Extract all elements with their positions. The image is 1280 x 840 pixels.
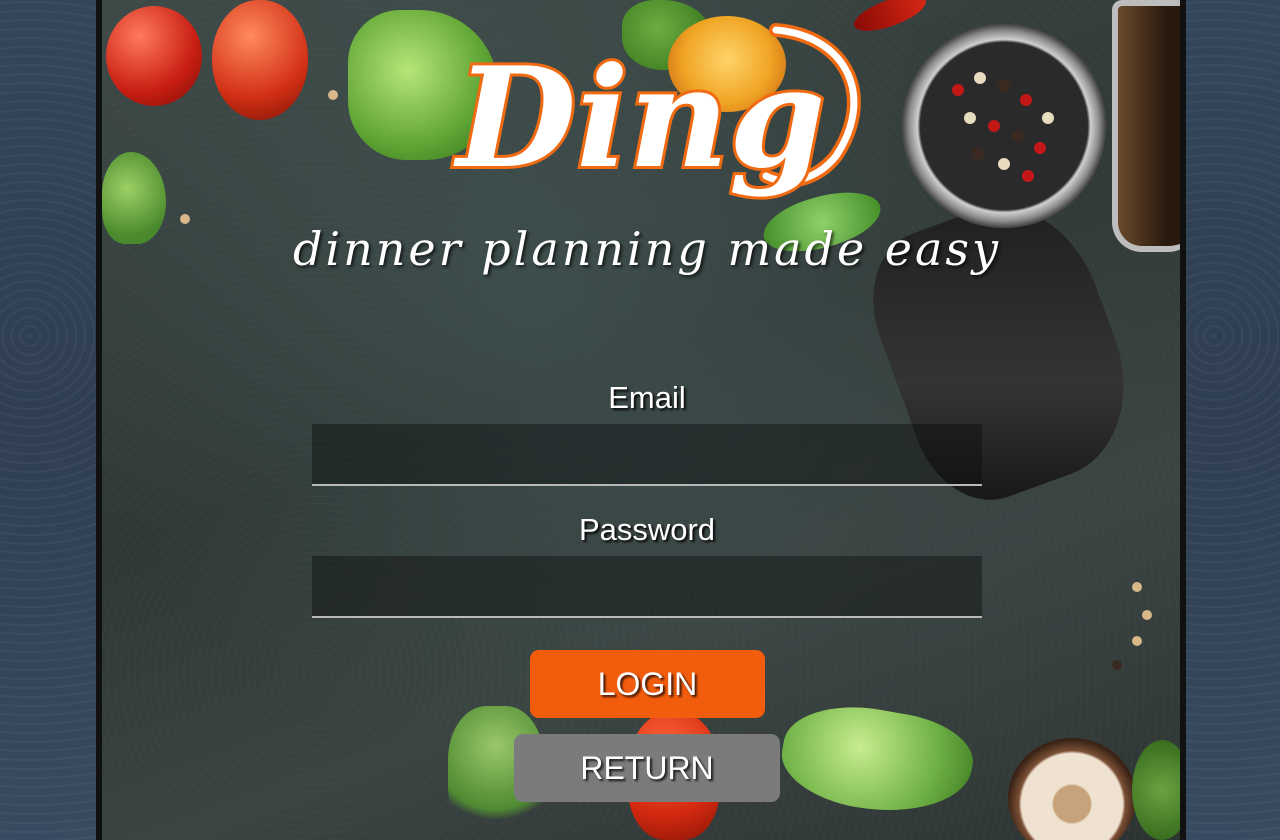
email-label: Email <box>608 380 686 415</box>
logo: Ding <box>416 16 886 236</box>
lettuce-decoration <box>774 694 980 826</box>
email-field[interactable] <box>312 424 982 486</box>
login-button[interactable]: LOGIN <box>530 650 765 718</box>
login-screen: Ding dinner planning made easy Email Pas… <box>96 0 1186 840</box>
password-label: Password <box>578 512 716 547</box>
peppercorn-bowl-decoration <box>902 24 1106 228</box>
svg-text:Ding: Ding <box>453 36 826 199</box>
spice-decoration <box>1112 660 1122 670</box>
tomato-decoration <box>106 6 202 106</box>
basil-decoration <box>1132 740 1180 840</box>
saucepan-decoration <box>1112 0 1180 252</box>
password-field[interactable] <box>312 556 982 618</box>
spice-decoration <box>1132 582 1142 592</box>
login-button-label: LOGIN <box>597 665 698 702</box>
background-right-panel <box>1186 0 1280 840</box>
spice-decoration <box>328 90 338 100</box>
tomato-decoration <box>212 0 308 120</box>
background-left-panel <box>0 0 100 840</box>
logo-icon: Ding <box>450 23 861 202</box>
spice-decoration <box>1142 610 1152 620</box>
mushroom-decoration <box>1008 738 1136 840</box>
login-form: Email Password <box>312 378 982 618</box>
return-button-label: RETURN <box>580 749 714 786</box>
return-button[interactable]: RETURN <box>514 734 780 802</box>
tagline: dinner planning made easy <box>292 222 1002 276</box>
spice-decoration <box>1132 636 1142 646</box>
